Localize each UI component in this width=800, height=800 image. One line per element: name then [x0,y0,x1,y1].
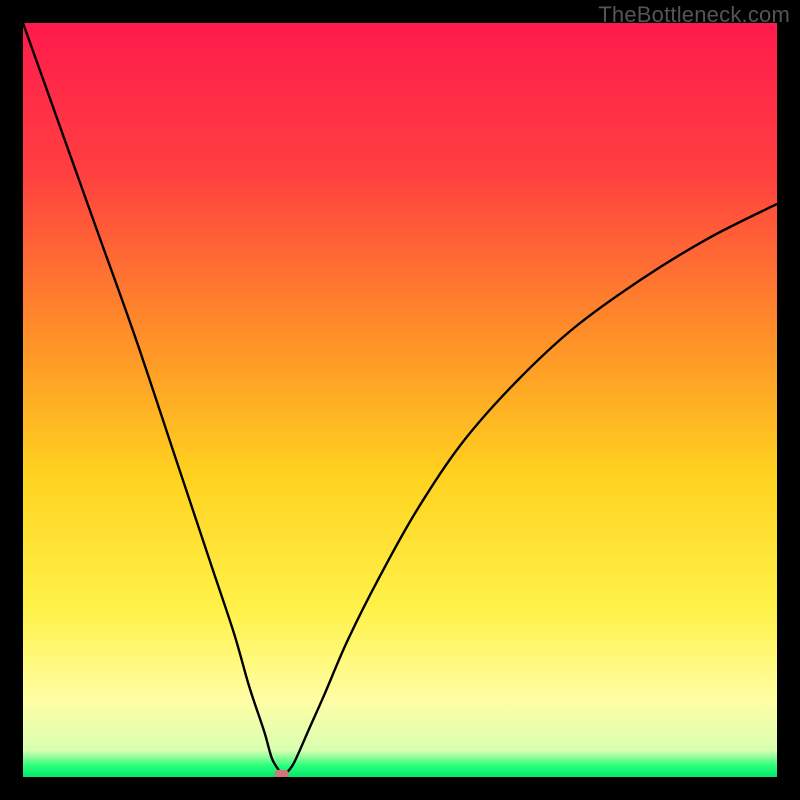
gradient-background [23,23,777,777]
plot-area [23,23,777,777]
chart-frame: TheBottleneck.com [0,0,800,800]
chart-svg [23,23,777,777]
curve-minimum-marker [275,770,289,777]
